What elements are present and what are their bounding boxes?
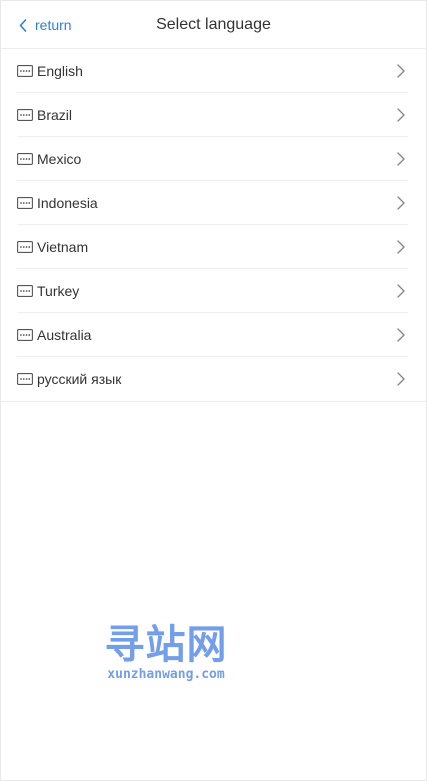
navigation-bar: return Select language <box>1 1 426 49</box>
chevron-right-icon <box>397 196 405 210</box>
language-item[interactable]: Vietnam <box>1 225 426 269</box>
language-label: Australia <box>37 327 92 343</box>
language-label: Mexico <box>37 151 82 167</box>
language-label: Indonesia <box>37 195 98 211</box>
language-item[interactable]: Brazil <box>1 93 426 137</box>
keyboard-icon <box>17 285 33 297</box>
keyboard-icon <box>17 373 33 385</box>
language-item[interactable]: Indonesia <box>1 181 426 225</box>
watermark: 寻站网 xunzhanwang.com <box>101 623 231 683</box>
chevron-right-icon <box>397 108 405 122</box>
language-label: Vietnam <box>37 239 89 255</box>
chevron-right-icon <box>397 152 405 166</box>
language-label: English <box>37 63 83 79</box>
language-item[interactable]: Turkey <box>1 269 426 313</box>
chevron-right-icon <box>397 240 405 254</box>
keyboard-icon <box>17 153 33 165</box>
keyboard-icon <box>17 65 33 77</box>
chevron-right-icon <box>397 284 405 298</box>
chevron-right-icon <box>397 64 405 78</box>
language-item[interactable]: Mexico <box>1 137 426 181</box>
language-label: русский язык <box>37 371 122 387</box>
keyboard-icon <box>17 197 33 209</box>
language-item[interactable]: Australia <box>1 313 426 357</box>
keyboard-icon <box>17 329 33 341</box>
watermark-logo: 寻站网 <box>104 622 228 668</box>
language-select-screen: return Select language English Brazil Me… <box>0 0 427 781</box>
language-item[interactable]: English <box>1 49 426 93</box>
chevron-right-icon <box>397 372 405 386</box>
page-title: Select language <box>156 16 271 33</box>
watermark-domain: xunzhanwang.com <box>107 667 225 682</box>
language-list: English Brazil Mexico Indonesia Vietnam … <box>1 49 426 402</box>
language-item[interactable]: русский язык <box>1 357 426 401</box>
keyboard-icon <box>17 241 33 253</box>
chevron-right-icon <box>397 328 405 342</box>
language-label: Turkey <box>37 283 80 299</box>
language-label: Brazil <box>37 107 73 123</box>
keyboard-icon <box>17 109 33 121</box>
